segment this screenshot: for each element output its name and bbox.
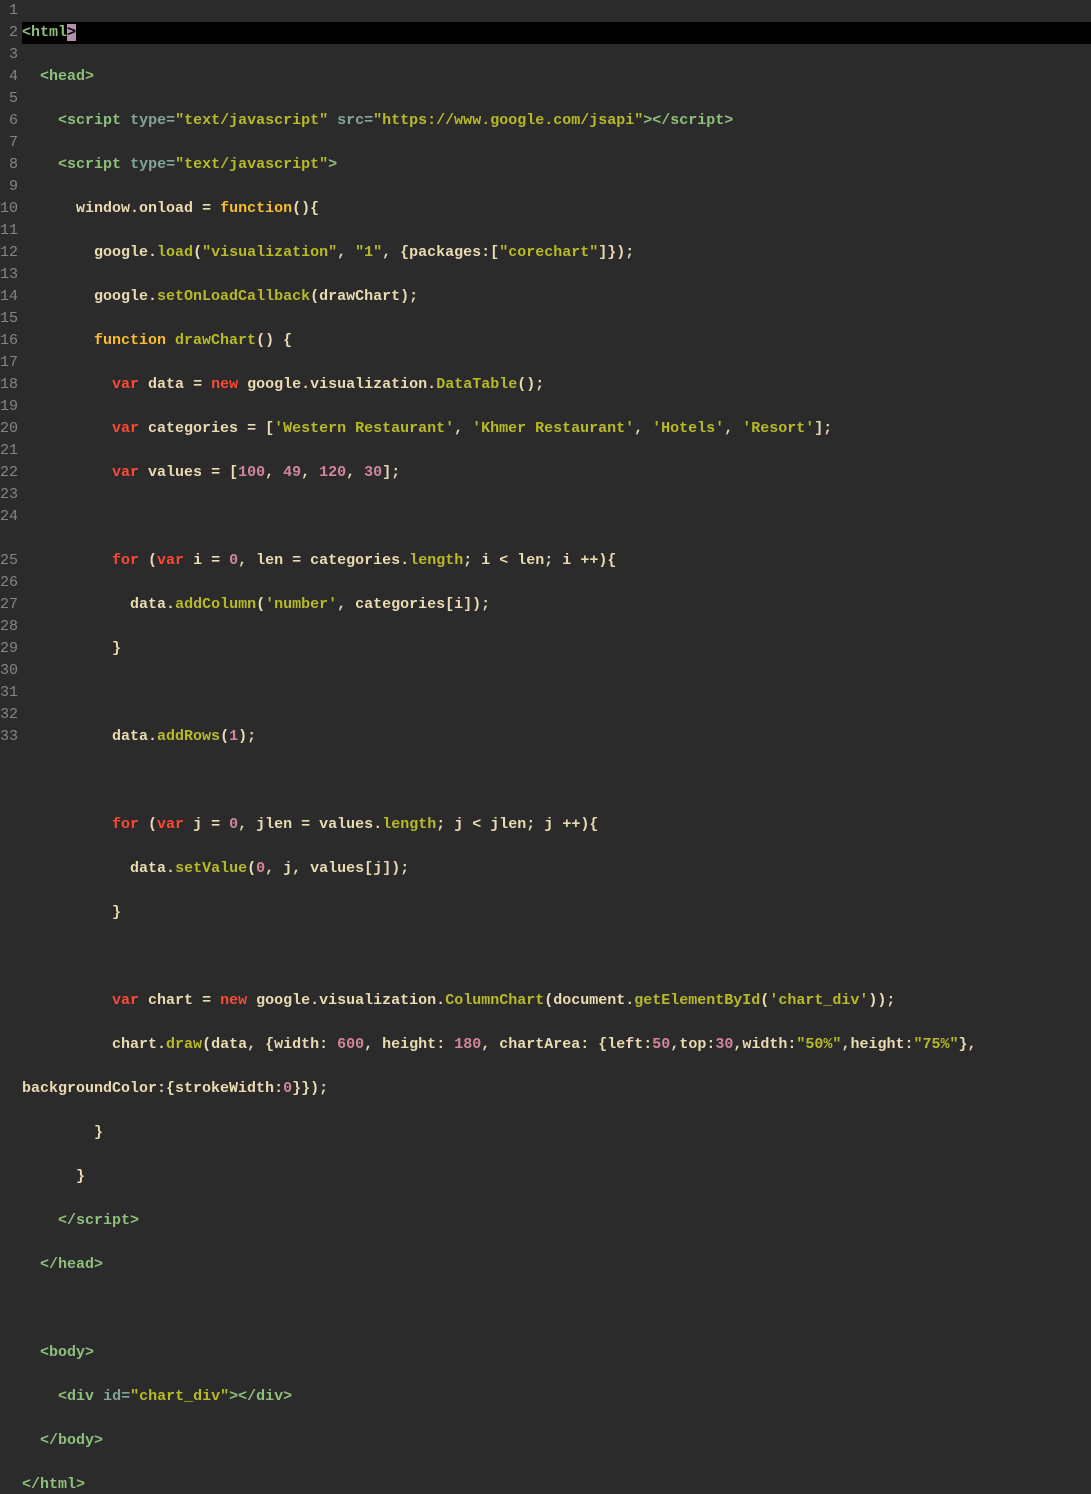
code-line[interactable]: var categories = ['Western Restaurant', …	[22, 418, 1091, 440]
code-line[interactable]: }	[22, 1166, 1091, 1188]
line-number: 7	[0, 132, 18, 154]
line-number: 11	[0, 220, 18, 242]
code-line[interactable]	[22, 682, 1091, 704]
code-line[interactable]: data.addColumn('number', categories[i]);	[22, 594, 1091, 616]
line-number: 27	[0, 594, 18, 616]
code-line[interactable]: var chart = new google.visualization.Col…	[22, 990, 1091, 1012]
code-line[interactable]	[22, 506, 1091, 528]
line-number: 26	[0, 572, 18, 594]
line-number	[0, 528, 18, 550]
code-line-wrap[interactable]: backgroundColor:{strokeWidth:0}});	[22, 1078, 1091, 1100]
line-number: 32	[0, 704, 18, 726]
code-line[interactable]: function drawChart() {	[22, 330, 1091, 352]
line-number: 22	[0, 462, 18, 484]
code-line[interactable]: }	[22, 638, 1091, 660]
code-line[interactable]: <head>	[22, 66, 1091, 88]
line-number: 18	[0, 374, 18, 396]
line-number: 23	[0, 484, 18, 506]
line-number: 8	[0, 154, 18, 176]
code-line[interactable]: google.load("visualization", "1", {packa…	[22, 242, 1091, 264]
code-line[interactable]: </head>	[22, 1254, 1091, 1276]
code-line[interactable]	[22, 1298, 1091, 1320]
line-number: 12	[0, 242, 18, 264]
code-line[interactable]: </body>	[22, 1430, 1091, 1452]
code-line[interactable]: chart.draw(data, {width: 600, height: 18…	[22, 1034, 1091, 1056]
code-line[interactable]: window.onload = function(){	[22, 198, 1091, 220]
code-line[interactable]: </html>	[22, 1474, 1091, 1494]
code-line[interactable]	[22, 770, 1091, 792]
line-number: 1	[0, 0, 18, 22]
code-line[interactable]: data.addRows(1);	[22, 726, 1091, 748]
code-line[interactable]: <html>	[22, 22, 1091, 44]
line-number: 10	[0, 198, 18, 220]
code-line[interactable]: google.setOnLoadCallback(drawChart);	[22, 286, 1091, 308]
code-line[interactable]: <body>	[22, 1342, 1091, 1364]
line-number: 31	[0, 682, 18, 704]
line-number: 6	[0, 110, 18, 132]
line-number: 9	[0, 176, 18, 198]
line-number: 13	[0, 264, 18, 286]
code-line[interactable]: <script type="text/javascript" src="http…	[22, 110, 1091, 132]
code-line[interactable]: for (var j = 0, jlen = values.length; j …	[22, 814, 1091, 836]
line-number-gutter: 1 2 3 4 5 6 7 8 9 10 11 12 13 14 15 16 1…	[0, 0, 22, 747]
line-number: 24	[0, 506, 18, 528]
line-number: 25	[0, 550, 18, 572]
line-number: 29	[0, 638, 18, 660]
code-line[interactable]: <script type="text/javascript">	[22, 154, 1091, 176]
code-line[interactable]: var data = new google.visualization.Data…	[22, 374, 1091, 396]
text-cursor: >	[67, 24, 76, 41]
code-line[interactable]	[22, 946, 1091, 968]
code-line[interactable]: </script>	[22, 1210, 1091, 1232]
code-editor[interactable]: <html> <head> <script type="text/javascr…	[22, 0, 1091, 747]
line-number: 4	[0, 66, 18, 88]
line-number: 19	[0, 396, 18, 418]
line-number: 17	[0, 352, 18, 374]
line-number: 15	[0, 308, 18, 330]
code-line[interactable]: }	[22, 902, 1091, 924]
line-number: 5	[0, 88, 18, 110]
code-line[interactable]: data.setValue(0, j, values[j]);	[22, 858, 1091, 880]
line-number: 33	[0, 726, 18, 748]
line-number: 21	[0, 440, 18, 462]
line-number: 14	[0, 286, 18, 308]
line-number: 2	[0, 22, 18, 44]
code-line[interactable]: var values = [100, 49, 120, 30];	[22, 462, 1091, 484]
code-line[interactable]: }	[22, 1122, 1091, 1144]
line-number: 30	[0, 660, 18, 682]
line-number: 20	[0, 418, 18, 440]
code-line[interactable]: for (var i = 0, len = categories.length;…	[22, 550, 1091, 572]
code-line[interactable]: <div id="chart_div"></div>	[22, 1386, 1091, 1408]
line-number: 28	[0, 616, 18, 638]
line-number: 16	[0, 330, 18, 352]
line-number: 3	[0, 44, 18, 66]
